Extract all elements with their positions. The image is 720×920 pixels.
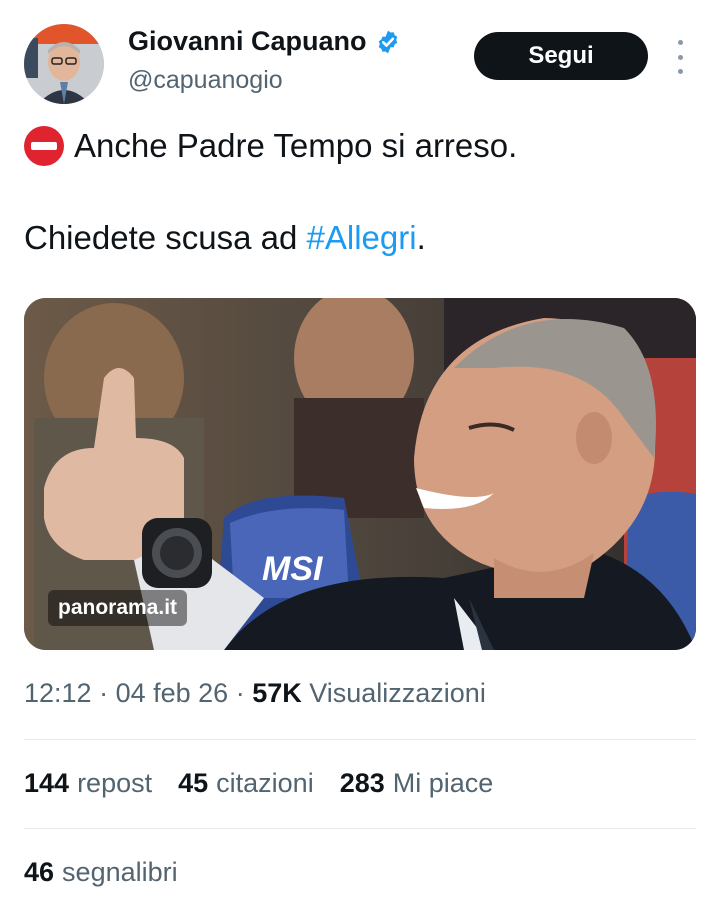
tweet-line-2-prefix: Chiedete scusa ad	[24, 219, 307, 256]
bookmark-stats: 46 segnalibri	[24, 857, 178, 888]
verified-badge-icon	[378, 30, 397, 53]
quotes-label: citazioni	[216, 768, 314, 798]
author-handle[interactable]: @capuanogio	[128, 66, 283, 95]
author-name-row: Giovanni Capuano	[128, 26, 401, 57]
likes-label: Mi piace	[392, 768, 494, 798]
divider	[24, 828, 696, 829]
tweet-meta: 12:12 · 04 feb 26 · 57K Visualizzazioni	[24, 678, 486, 709]
quotes-stat[interactable]: 45 citazioni	[178, 768, 314, 799]
reposts-count: 144	[24, 768, 70, 798]
views-count: 57K	[252, 678, 302, 708]
more-options-icon[interactable]	[672, 40, 688, 74]
photo-watermark: panorama.it	[48, 590, 188, 626]
divider	[24, 739, 696, 740]
tweet-time[interactable]: 12:12	[24, 678, 92, 708]
meta-separator: ·	[91, 678, 116, 708]
views-label: Visualizzazioni	[301, 678, 486, 708]
tweet-date[interactable]: 04 feb 26	[116, 678, 229, 708]
avatar-image	[24, 24, 104, 104]
tweet-text-line-1: Anche Padre Tempo si arreso.	[24, 126, 517, 166]
tweet-line-1-text: Anche Padre Tempo si arreso.	[74, 127, 518, 164]
reposts-stat[interactable]: 144 repost	[24, 768, 152, 799]
engagement-stats: 144 repost 45 citazioni 283 Mi piace	[24, 768, 493, 799]
likes-count: 283	[339, 768, 385, 798]
reposts-label: repost	[77, 768, 153, 798]
quotes-count: 45	[178, 768, 209, 798]
hashtag-link[interactable]: #Allegri	[307, 219, 417, 256]
tweet-text-line-2: Chiedete scusa ad #Allegri.	[24, 219, 426, 257]
tweet-line-2-suffix: .	[416, 219, 426, 256]
likes-stat[interactable]: 283 Mi piace	[340, 768, 494, 799]
bookmarks-label: segnalibri	[62, 857, 178, 887]
bookmarks-stat[interactable]: 46 segnalibri	[24, 857, 178, 888]
avatar[interactable]	[24, 24, 104, 104]
follow-button[interactable]: Segui	[474, 32, 648, 80]
meta-separator: ·	[228, 678, 253, 708]
bookmarks-count: 46	[24, 857, 55, 887]
seat-text: MSI	[262, 550, 324, 588]
author-name[interactable]: Giovanni Capuano	[128, 26, 367, 57]
no-entry-icon	[24, 126, 64, 166]
